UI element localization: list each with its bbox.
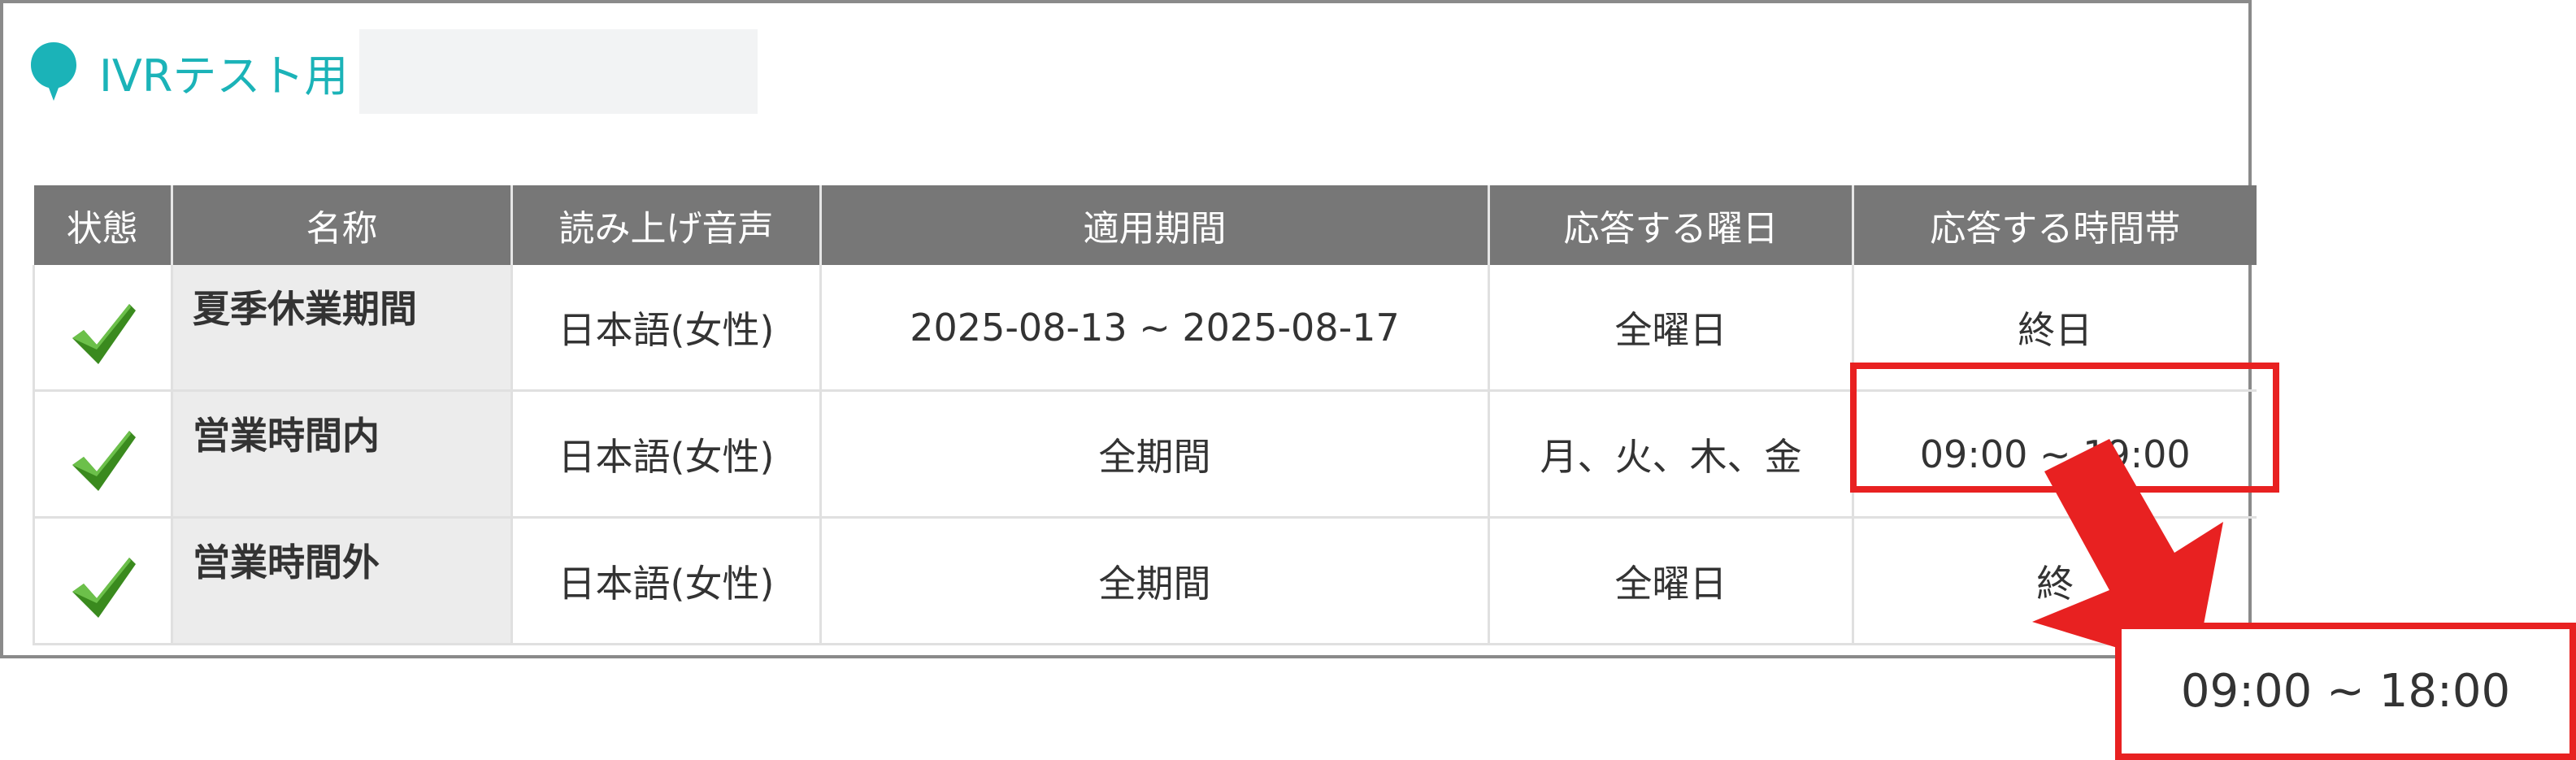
days-cell: 全曜日 (1488, 517, 1854, 645)
days-cell: 月、火、木、金 (1488, 390, 1854, 519)
page-title: IVRテスト用 (99, 50, 349, 102)
status-cell[interactable] (33, 390, 173, 519)
rule-name[interactable]: 夏季休業期間 (172, 265, 513, 392)
callout-box: 09:00 ~ 18:00 (2115, 623, 2576, 760)
voice-cell: 日本語(女性) (511, 265, 822, 392)
panel-heading: IVRテスト用 (29, 29, 758, 114)
table-row[interactable]: 営業時間外 日本語(女性) 全期間 全曜日 終 (33, 517, 2257, 645)
header-period: 適用期間 (820, 185, 1490, 265)
checkmark-icon[interactable] (66, 549, 141, 624)
speech-bubble-icon (31, 42, 76, 101)
ivr-rules-panel: IVRテスト用 状態 名称 読み上げ音声 適用期間 応答する曜日 応答する時間帯 (0, 0, 2257, 658)
status-cell[interactable] (33, 517, 173, 645)
checkmark-icon[interactable] (66, 296, 141, 371)
callout-text: 09:00 ~ 18:00 (2180, 665, 2511, 718)
redacted-area (359, 29, 758, 114)
status-cell[interactable] (33, 265, 173, 392)
header-name: 名称 (172, 185, 513, 265)
header-voice: 読み上げ音声 (511, 185, 822, 265)
period-cell: 2025-08-13 ~ 2025-08-17 (820, 265, 1490, 392)
period-cell: 全期間 (820, 390, 1490, 519)
voice-cell: 日本語(女性) (511, 390, 822, 519)
rule-name[interactable]: 営業時間内 (172, 390, 513, 519)
header-status: 状態 (33, 185, 173, 265)
rule-name[interactable]: 営業時間外 (172, 517, 513, 645)
header-days: 応答する曜日 (1488, 185, 1854, 265)
table-header-row: 状態 名称 読み上げ音声 適用期間 応答する曜日 応答する時間帯 (33, 185, 2257, 265)
voice-cell: 日本語(女性) (511, 517, 822, 645)
days-cell: 全曜日 (1488, 265, 1854, 392)
period-cell: 全期間 (820, 517, 1490, 645)
header-hours: 応答する時間帯 (1853, 185, 2257, 265)
checkmark-icon[interactable] (66, 423, 141, 497)
